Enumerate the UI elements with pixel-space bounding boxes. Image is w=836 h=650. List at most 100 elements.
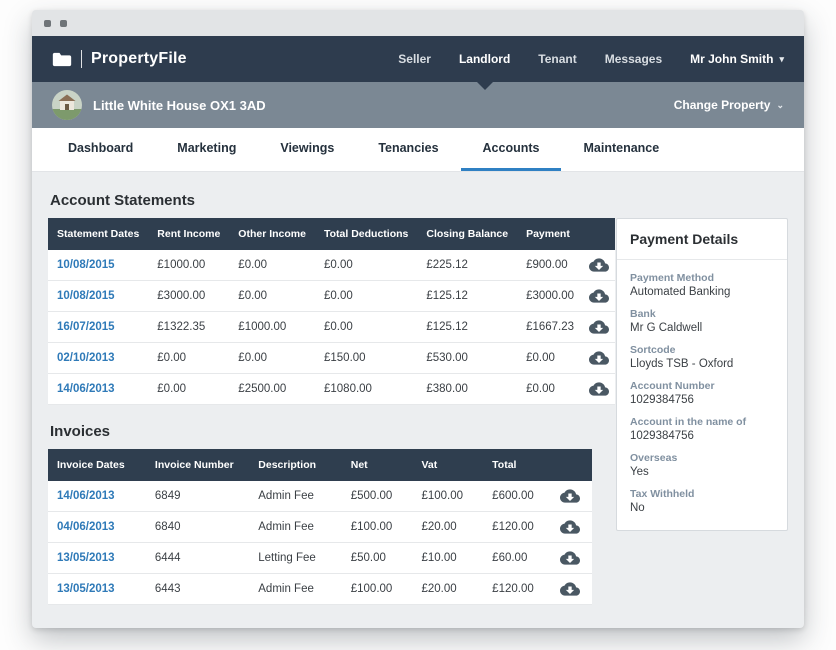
invoices-title: Invoices (50, 423, 592, 440)
field-label: Tax Withheld (630, 488, 774, 500)
value-cell: Admin Fee (249, 574, 341, 605)
date-link[interactable]: 16/07/2015 (57, 321, 115, 333)
tables-column: Account Statements Statement DatesRent I… (48, 188, 592, 628)
date-cell: 04/06/2013 (48, 512, 146, 543)
change-property-button[interactable]: Change Property ⌄ (674, 98, 784, 112)
table-row: 02/10/2013£0.00£0.00£150.00£530.00£0.00 (48, 343, 615, 374)
tab-viewings[interactable]: Viewings (258, 128, 356, 171)
window-control-dot[interactable] (60, 20, 67, 27)
download-cloud-icon[interactable] (589, 350, 609, 366)
value-cell: £20.00 (412, 512, 483, 543)
download-cloud-icon[interactable] (589, 319, 609, 335)
value-cell: £120.00 (483, 574, 548, 605)
window-control-dot[interactable] (44, 20, 51, 27)
value-cell: £900.00 (517, 250, 583, 281)
brand-divider (81, 50, 82, 68)
user-menu[interactable]: Mr John Smith ▾ (690, 52, 784, 66)
date-link[interactable]: 14/06/2013 (57, 490, 115, 502)
column-header: Invoice Dates (48, 449, 146, 481)
date-cell: 10/08/2015 (48, 281, 148, 312)
date-link[interactable]: 13/05/2013 (57, 583, 115, 595)
table-header-row: Statement DatesRent IncomeOther IncomeTo… (48, 218, 615, 250)
date-link[interactable]: 10/08/2015 (57, 290, 115, 302)
value-cell: £0.00 (229, 343, 315, 374)
value-cell: £0.00 (315, 312, 417, 343)
download-button[interactable] (583, 250, 615, 281)
date-cell: 10/08/2015 (48, 250, 148, 281)
payment-detail-field: BankMr G Caldwell (630, 308, 774, 334)
value-cell: £125.12 (417, 281, 517, 312)
download-button[interactable] (583, 374, 615, 405)
date-link[interactable]: 02/10/2013 (57, 352, 115, 364)
value-cell: £0.00 (315, 281, 417, 312)
download-button[interactable] (583, 281, 615, 312)
payment-detail-field: OverseasYes (630, 452, 774, 478)
date-cell: 14/06/2013 (48, 374, 148, 405)
download-button[interactable] (583, 343, 615, 374)
app-window: PropertyFile Seller Landlord Tenant Mess… (32, 10, 804, 628)
payment-detail-field: Payment Method Automated Banking (630, 272, 774, 298)
download-cloud-icon[interactable] (589, 381, 609, 397)
statements-table: Statement DatesRent IncomeOther IncomeTo… (48, 218, 615, 405)
field-label: Payment Method (630, 272, 774, 284)
brand-logo: PropertyFile (52, 50, 187, 68)
date-link[interactable]: 14/06/2013 (57, 383, 115, 395)
nav-item-tenant[interactable]: Tenant (538, 36, 576, 82)
table-row: 14/06/2013£0.00£2500.00£1080.00£380.00£0… (48, 374, 615, 405)
table-row: 04/06/20136840Admin Fee£100.00£20.00£120… (48, 512, 592, 543)
value-cell: £530.00 (417, 343, 517, 374)
date-link[interactable]: 10/08/2015 (57, 259, 115, 271)
value-cell: £125.12 (417, 312, 517, 343)
download-cloud-icon[interactable] (589, 288, 609, 304)
column-header (583, 218, 615, 250)
value-cell: Letting Fee (249, 543, 341, 574)
date-link[interactable]: 13/05/2013 (57, 552, 115, 564)
value-cell: £100.00 (342, 512, 413, 543)
property-title: Little White House OX1 3AD (93, 98, 266, 113)
payment-detail-field: Account Number1029384756 (630, 380, 774, 406)
download-cloud-icon[interactable] (560, 488, 580, 504)
tab-accounts[interactable]: Accounts (461, 128, 562, 171)
tab-maintenance[interactable]: Maintenance (561, 128, 681, 171)
payment-details-title: Payment Details (617, 219, 787, 260)
value-cell: 6444 (146, 543, 249, 574)
download-cloud-icon[interactable] (560, 519, 580, 535)
tab-tenancies[interactable]: Tenancies (356, 128, 460, 171)
nav-item-landlord[interactable]: Landlord (459, 36, 510, 82)
download-cloud-icon[interactable] (560, 550, 580, 566)
value-cell: £10.00 (412, 543, 483, 574)
download-button[interactable] (583, 312, 615, 343)
table-header-row: Invoice DatesInvoice NumberDescriptionNe… (48, 449, 592, 481)
value-cell: £600.00 (483, 481, 548, 512)
column-header: Net (342, 449, 413, 481)
download-button[interactable] (548, 543, 592, 574)
value-cell: £500.00 (342, 481, 413, 512)
top-nav-links: Seller Landlord Tenant Messages Mr John … (398, 36, 784, 82)
date-link[interactable]: 04/06/2013 (57, 521, 115, 533)
tab-marketing[interactable]: Marketing (155, 128, 258, 171)
download-cloud-icon[interactable] (560, 581, 580, 597)
tab-dashboard[interactable]: Dashboard (46, 128, 155, 171)
invoices-table: Invoice DatesInvoice NumberDescriptionNe… (48, 449, 592, 605)
date-cell: 02/10/2013 (48, 343, 148, 374)
column-header: Total Deductions (315, 218, 417, 250)
change-property-label: Change Property (674, 98, 771, 112)
column-header: Closing Balance (417, 218, 517, 250)
value-cell: £0.00 (148, 374, 229, 405)
column-header: Rent Income (148, 218, 229, 250)
table-row: 10/08/2015£3000.00£0.00£0.00£125.12£3000… (48, 281, 615, 312)
download-button[interactable] (548, 512, 592, 543)
value-cell: £0.00 (229, 281, 315, 312)
nav-item-seller[interactable]: Seller (398, 36, 431, 82)
table-row: 10/08/2015£1000.00£0.00£0.00£225.12£900.… (48, 250, 615, 281)
value-cell: £225.12 (417, 250, 517, 281)
download-button[interactable] (548, 574, 592, 605)
table-row: 13/05/20136444Letting Fee£50.00£10.00£60… (48, 543, 592, 574)
field-value: Automated Banking (630, 286, 774, 298)
value-cell: £3000.00 (517, 281, 583, 312)
download-cloud-icon[interactable] (589, 257, 609, 273)
field-label: Sortcode (630, 344, 774, 356)
table-row: 16/07/2015£1322.35£1000.00£0.00£125.12£1… (48, 312, 615, 343)
download-button[interactable] (548, 481, 592, 512)
nav-item-messages[interactable]: Messages (605, 36, 662, 82)
